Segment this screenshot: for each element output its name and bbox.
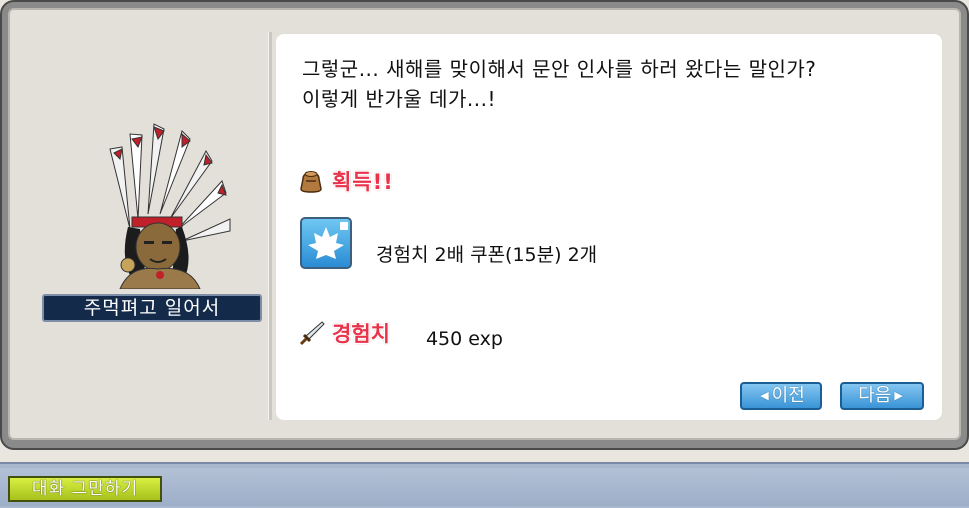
left-arrow-icon: ◀ (760, 389, 769, 402)
npc-portrait-area: 주먹펴고 일어서 (20, 24, 270, 424)
maple-leaf-icon (308, 222, 348, 259)
end-chat-button[interactable]: 대화 그만하기 (8, 476, 162, 502)
bag-icon (300, 171, 322, 193)
dialog-line-1: 그렇군... 새해를 맞이해서 문안 인사를 하러 왔다는 말인가? (302, 57, 817, 81)
reward-item-row: 경험치 2배 쿠폰(15분) 2개 (300, 212, 597, 274)
prev-button[interactable]: ◀ 이전 (740, 382, 822, 410)
right-arrow-icon: ▶ (894, 389, 903, 402)
bottom-bar: 대화 그만하기 (0, 462, 969, 508)
next-button[interactable]: 다음 ▶ (840, 382, 924, 410)
npc-portrait (109, 123, 231, 289)
npc-name-label: 주먹펴고 일어서 (42, 294, 262, 322)
next-button-label: 다음 (858, 385, 892, 406)
exp-label: 경험치 (332, 322, 390, 346)
exp-value: 450 exp (425, 328, 503, 350)
dialog-text-panel: 그렇군... 새해를 맞이해서 문안 인사를 하러 왔다는 말인가? 이렇게 반… (276, 34, 942, 420)
reward-header: 획득!! (298, 166, 394, 196)
maple-leaf-coupon-icon[interactable] (300, 217, 352, 269)
bottom-bar-inner: 대화 그만하기 (0, 468, 969, 506)
reward-item-text: 경험치 2배 쿠폰(15분) 2개 (376, 243, 598, 266)
sword-icon (299, 321, 325, 346)
portrait-divider (268, 32, 272, 420)
dialog-message: 그렇군... 새해를 맞이해서 문안 인사를 하러 왔다는 말인가? 이렇게 반… (302, 54, 922, 114)
npc-dialog-window: 주먹펴고 일어서 그렇군... 새해를 맞이해서 문안 인사를 하러 왔다는 말… (0, 0, 969, 450)
reward-title: 획득!! (332, 170, 394, 194)
dialog-line-2: 이렇게 반가울 데가...! (302, 87, 497, 111)
prev-button-label: 이전 (771, 385, 805, 406)
exp-row: 경험치 450 exp (298, 317, 503, 350)
dialog-body: 주먹펴고 일어서 그렇군... 새해를 맞이해서 문안 인사를 하러 왔다는 말… (8, 8, 961, 440)
